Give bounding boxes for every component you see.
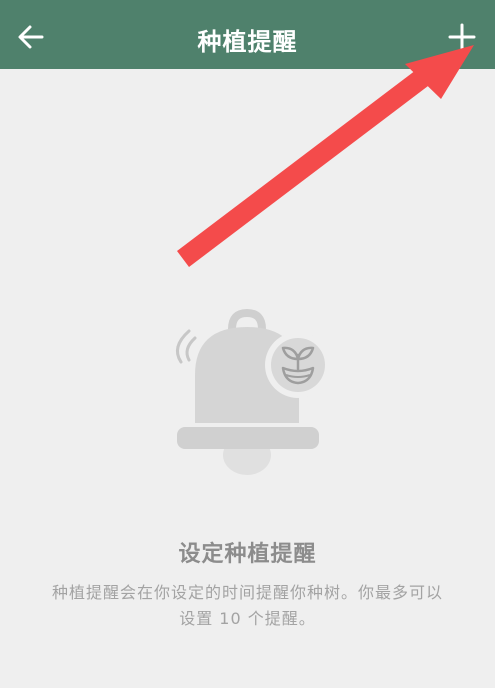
bell-base [177, 427, 319, 449]
bell-with-sprout-icon [175, 308, 331, 475]
add-button[interactable] [441, 16, 483, 58]
ring-line-inner [185, 336, 197, 362]
app-header: 种植提醒 [0, 0, 495, 69]
arrow-shaft [177, 67, 432, 267]
empty-state-title: 设定种植提醒 [178, 542, 317, 567]
bell-handle [228, 308, 266, 333]
page-title: 种植提醒 [197, 28, 298, 56]
plus-icon [448, 23, 476, 51]
empty-state-description: 种植提醒会在你设定的时间提醒你种树。你最多可以设置 10 个提醒。 [51, 583, 443, 628]
